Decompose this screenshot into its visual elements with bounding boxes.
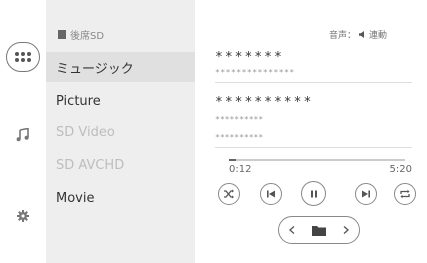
- track-genre: **********: [215, 133, 264, 142]
- audio-status-label: 音声：: [328, 31, 356, 41]
- apps-button[interactable]: [6, 42, 40, 72]
- folder-next-button[interactable]: [343, 226, 349, 234]
- source-item-label: Picture: [56, 93, 101, 109]
- repeat-icon: [400, 189, 410, 199]
- repeat-button[interactable]: [394, 183, 416, 205]
- audio-status[interactable]: 音声： 連動: [329, 28, 387, 41]
- divider: [215, 147, 412, 148]
- folder-navigator: [278, 216, 360, 244]
- player-panel: 音声： 連動 ******* *************** *********…: [195, 0, 427, 263]
- folder-icon: [312, 225, 326, 236]
- folder-button[interactable]: [312, 225, 326, 236]
- source-item-movie[interactable]: Movie: [46, 183, 195, 213]
- total-time: 5:20: [389, 164, 412, 175]
- pause-icon: [310, 190, 317, 197]
- skip-previous-icon: [267, 190, 275, 198]
- chevron-right-icon: [343, 226, 349, 234]
- source-item-sd-avchd: SD AVCHD: [46, 150, 195, 180]
- source-list: 後席SD ミュージック Picture SD Video SD AVCHD Mo…: [46, 0, 195, 263]
- shuffle-button[interactable]: [218, 183, 240, 205]
- previous-button[interactable]: [260, 183, 282, 205]
- source-item-music[interactable]: ミュージック: [46, 52, 195, 82]
- settings-button[interactable]: [14, 207, 32, 225]
- sd-card-icon: [58, 30, 66, 39]
- source-item-label: SD AVCHD: [56, 157, 125, 173]
- source-header: 後席SD: [58, 27, 104, 42]
- side-rail: [0, 0, 46, 263]
- progress-bar[interactable]: [229, 159, 405, 161]
- media-screen: 後席SD ミュージック Picture SD Video SD AVCHD Mo…: [0, 0, 427, 263]
- source-item-label: ミュージック: [56, 61, 134, 77]
- folder-prev-button[interactable]: [289, 226, 295, 234]
- next-button[interactable]: [355, 183, 377, 205]
- source-item-sd-video: SD Video: [46, 117, 195, 147]
- source-item-label: SD Video: [56, 124, 115, 140]
- source-item-label: Movie: [56, 190, 95, 206]
- elapsed-time: 0:12: [229, 164, 252, 175]
- divider: [215, 82, 412, 83]
- source-header-label: 後席SD: [70, 31, 105, 42]
- chevron-left-icon: [289, 226, 295, 234]
- track-subtitle: ***************: [215, 68, 295, 77]
- shuffle-icon: [224, 189, 234, 199]
- skip-next-icon: [362, 190, 370, 198]
- music-note-icon: [16, 128, 29, 142]
- track-artist: **********: [215, 95, 314, 110]
- apps-grid-icon: [15, 52, 31, 62]
- track-title: *******: [215, 50, 284, 65]
- track-album: **********: [215, 115, 264, 124]
- source-item-picture[interactable]: Picture: [46, 86, 195, 116]
- gear-icon: [17, 210, 29, 222]
- audio-status-value: 連動: [368, 31, 387, 41]
- pause-button[interactable]: [301, 181, 326, 206]
- progress-fill: [229, 159, 237, 161]
- music-source-button[interactable]: [14, 126, 32, 144]
- speaker-icon: [358, 31, 364, 38]
